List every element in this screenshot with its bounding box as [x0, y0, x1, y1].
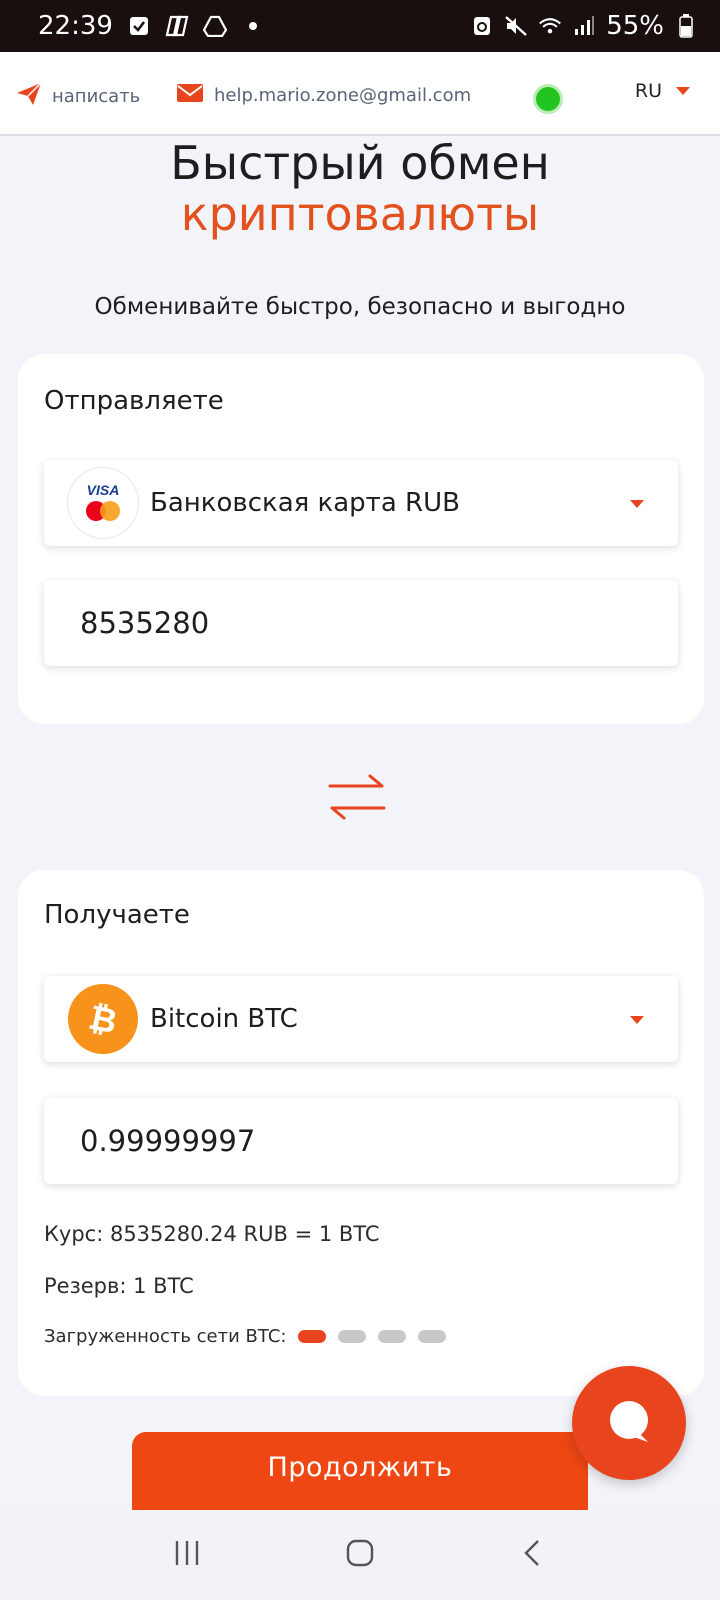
header-bar: написать help.mario.zone@gmail.com RU [0, 52, 720, 136]
write-link[interactable]: написать [16, 82, 140, 111]
mute-icon [504, 14, 528, 38]
network-load-bar [378, 1330, 407, 1343]
wifi-icon [538, 14, 562, 38]
online-status-indicator [536, 87, 560, 111]
page-subtitle: Обменивайте быстро, безопасно и выгодно [94, 294, 626, 320]
envelope-icon [176, 82, 204, 109]
network-load-bar [338, 1330, 367, 1343]
battery-percent: 55% [606, 11, 664, 41]
network-load-bar [418, 1330, 447, 1343]
receive-card: Получаете ₿ Bitcoin BTC Курс: 8535280.24… [18, 870, 704, 1396]
send-amount-input[interactable] [44, 580, 678, 666]
network-load-label: Загруженность сети BTC: [44, 1326, 287, 1347]
hero-section: Быстрый обмен криптовалюты Обменивайте б… [0, 136, 720, 320]
paper-plane-icon [16, 82, 42, 111]
swap-arrows-icon[interactable] [324, 770, 390, 826]
write-label: написать [52, 86, 141, 107]
signal-icon [572, 14, 596, 38]
receive-currency-select[interactable]: ₿ Bitcoin BTC [44, 976, 678, 1062]
send-card: Отправляете VISA Банковская карта RUB [18, 354, 704, 724]
continue-button[interactable]: Продолжить [132, 1432, 588, 1518]
send-currency-select[interactable]: VISA Банковская карта RUB [44, 460, 678, 546]
drive-icon [202, 14, 227, 38]
send-currency-name: Банковская карта RUB [150, 488, 460, 518]
email-link[interactable]: help.mario.zone@gmail.com [176, 82, 471, 109]
reserve-amount: Резерв: 1 BTC [44, 1274, 194, 1298]
bitcoin-icon: ₿ [68, 984, 138, 1054]
system-nav-bar [0, 1510, 720, 1600]
recent-apps-icon[interactable] [172, 1538, 202, 1572]
chat-bubble-icon [604, 1396, 654, 1450]
send-label: Отправляете [44, 386, 224, 416]
email-text: help.mario.zone@gmail.com [214, 85, 472, 106]
svg-text:VISA: VISA [87, 482, 120, 498]
status-time: 22:39 [38, 11, 113, 41]
receive-label: Получаете [44, 900, 190, 930]
network-load-bar [298, 1330, 327, 1343]
page-title-accent: криптовалюты [180, 187, 540, 241]
dot-icon [241, 14, 265, 38]
recycle-icon [470, 14, 494, 38]
receive-currency-name: Bitcoin BTC [150, 1004, 298, 1034]
svg-text:₿: ₿ [85, 998, 120, 1041]
check-box-icon [127, 14, 151, 38]
copilot-icon [165, 14, 189, 38]
chat-button[interactable] [572, 1366, 686, 1480]
language-selector[interactable]: RU [635, 80, 690, 102]
language-label: RU [634, 80, 662, 102]
chevron-down-icon [676, 87, 690, 95]
page-title: Быстрый обмен [170, 136, 550, 190]
receive-amount-input[interactable] [44, 1098, 678, 1184]
chevron-down-icon [630, 500, 644, 508]
status-bar: 22:39 55% [0, 0, 720, 52]
network-load: Загруженность сети BTC: [44, 1326, 447, 1347]
visa-mastercard-icon: VISA [68, 468, 138, 538]
exchange-rate: Курс: 8535280.24 RUB = 1 BTC [44, 1222, 380, 1246]
home-icon[interactable] [345, 1538, 375, 1572]
battery-icon [674, 14, 698, 38]
chevron-down-icon [630, 1016, 644, 1024]
back-icon[interactable] [518, 1538, 548, 1572]
